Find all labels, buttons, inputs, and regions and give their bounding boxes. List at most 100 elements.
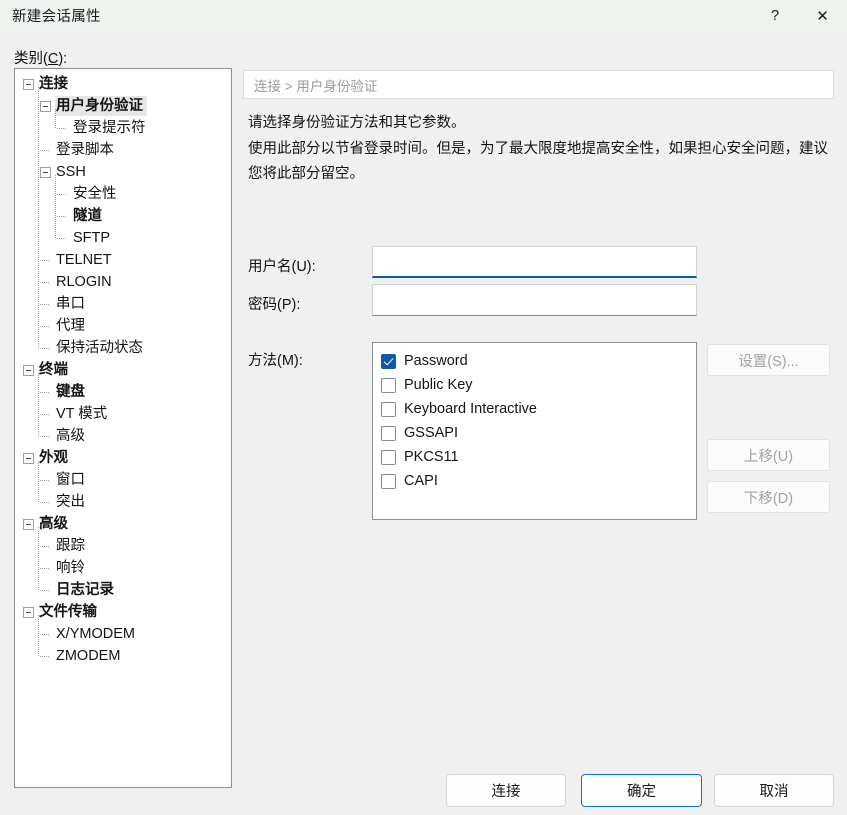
tree-item[interactable]: RLOGIN	[15, 271, 231, 293]
cancel-button[interactable]: 取消	[714, 774, 834, 807]
checkbox-checked-icon[interactable]	[381, 354, 396, 369]
tree-item-label: 高级	[38, 514, 72, 534]
tree-item[interactable]: 突出	[15, 491, 231, 513]
tree-collapse-icon[interactable]	[23, 607, 34, 618]
tree-guide-line	[40, 348, 49, 349]
tree-item-label: RLOGIN	[55, 272, 116, 292]
tree-guide-line	[55, 175, 56, 238]
tree-item[interactable]: SFTP	[15, 227, 231, 249]
tree-item[interactable]: 登录脚本	[15, 139, 231, 161]
checkbox-icon[interactable]	[381, 426, 396, 441]
tree-collapse-icon[interactable]	[23, 365, 34, 376]
method-option[interactable]: Keyboard Interactive	[381, 397, 696, 421]
category-tree-panel[interactable]: 连接用户身份验证登录提示符登录脚本SSH安全性隧道SFTPTELNETRLOGI…	[14, 68, 232, 788]
method-option[interactable]: Public Key	[381, 373, 696, 397]
tree-item[interactable]: 高级	[15, 425, 231, 447]
method-option[interactable]: GSSAPI	[381, 421, 696, 445]
checkbox-icon[interactable]	[381, 378, 396, 393]
tree-guide-line	[40, 260, 49, 261]
tree-guide-line	[40, 480, 49, 481]
tree-item[interactable]: 代理	[15, 315, 231, 337]
tree-item-label: 代理	[55, 316, 89, 336]
tree-item-label: ZMODEM	[55, 646, 124, 666]
tree-item-label: 隧道	[72, 206, 106, 226]
tree-item[interactable]: 隧道	[15, 205, 231, 227]
tree-collapse-icon[interactable]	[40, 101, 51, 112]
password-input[interactable]	[372, 284, 697, 316]
tree-item[interactable]: 串口	[15, 293, 231, 315]
tree-guide-line	[38, 615, 39, 656]
tree-item[interactable]: 终端	[15, 359, 231, 381]
move-down-button[interactable]: 下移(D)	[707, 481, 830, 513]
tree-guide-line	[38, 87, 39, 348]
tree-item-label: X/YMODEM	[55, 624, 139, 644]
tree-item-label: 日志记录	[55, 580, 118, 600]
checkbox-icon[interactable]	[381, 402, 396, 417]
checkbox-icon[interactable]	[381, 450, 396, 465]
settings-button[interactable]: 设置(S)...	[707, 344, 830, 376]
move-up-button[interactable]: 上移(U)	[707, 439, 830, 471]
tree-item[interactable]: VT 模式	[15, 403, 231, 425]
tree-collapse-icon[interactable]	[23, 79, 34, 90]
category-tree: 连接用户身份验证登录提示符登录脚本SSH安全性隧道SFTPTELNETRLOGI…	[15, 69, 231, 667]
tree-item-label: TELNET	[55, 250, 116, 270]
help-icon[interactable]: ?	[752, 0, 798, 31]
category-label-key: C	[48, 51, 58, 67]
tree-guide-line	[40, 436, 49, 437]
username-label: 用户名(U):	[248, 255, 316, 276]
tree-guide-line	[40, 150, 49, 151]
tree-item[interactable]: 外观	[15, 447, 231, 469]
tree-collapse-icon[interactable]	[40, 167, 51, 178]
method-option[interactable]: CAPI	[381, 469, 696, 493]
tree-item-label: 安全性	[72, 184, 121, 204]
tree-guide-line	[55, 109, 56, 128]
category-label: 类别(C):	[14, 47, 67, 68]
tree-guide-line	[57, 194, 66, 195]
category-label-suffix: ):	[58, 51, 67, 67]
username-input[interactable]	[372, 246, 697, 278]
tree-item-label: 登录提示符	[72, 118, 150, 138]
tree-item[interactable]: 键盘	[15, 381, 231, 403]
tree-item[interactable]: TELNET	[15, 249, 231, 271]
tree-item[interactable]: 窗口	[15, 469, 231, 491]
tree-item[interactable]: 用户身份验证	[15, 95, 231, 117]
password-label: 密码(P):	[248, 293, 300, 314]
tree-collapse-icon[interactable]	[23, 453, 34, 464]
ok-button[interactable]: 确定	[581, 774, 702, 807]
tree-guide-line	[40, 304, 49, 305]
tree-item[interactable]: 高级	[15, 513, 231, 535]
method-option-label: GSSAPI	[404, 425, 458, 441]
breadcrumb: 连接 > 用户身份验证	[243, 70, 834, 99]
tree-guide-line	[40, 282, 49, 283]
method-option-label: CAPI	[404, 473, 438, 489]
method-option[interactable]: Password	[381, 349, 696, 373]
tree-item[interactable]: 响铃	[15, 557, 231, 579]
tree-item[interactable]: 跟踪	[15, 535, 231, 557]
checkbox-icon[interactable]	[381, 474, 396, 489]
close-icon[interactable]: ✕	[798, 0, 847, 31]
tree-item[interactable]: 连接	[15, 73, 231, 95]
tree-guide-line	[38, 527, 39, 590]
tree-item-label: 登录脚本	[55, 140, 118, 160]
connect-button[interactable]: 连接	[446, 774, 566, 807]
tree-item[interactable]: 安全性	[15, 183, 231, 205]
tree-item[interactable]: SSH	[15, 161, 231, 183]
tree-item[interactable]: 登录提示符	[15, 117, 231, 139]
window-title: 新建会话属性	[12, 5, 101, 26]
tree-item[interactable]: 日志记录	[15, 579, 231, 601]
tree-item[interactable]: 文件传输	[15, 601, 231, 623]
tree-item[interactable]: ZMODEM	[15, 645, 231, 667]
tree-item-label: 外观	[38, 448, 72, 468]
category-label-prefix: 类别(	[14, 51, 48, 67]
tree-item-label: 突出	[55, 492, 89, 512]
tree-guide-line	[40, 590, 49, 591]
tree-collapse-icon[interactable]	[23, 519, 34, 530]
method-option[interactable]: PKCS11	[381, 445, 696, 469]
tree-item[interactable]: 保持活动状态	[15, 337, 231, 359]
tree-guide-line	[40, 568, 49, 569]
method-list[interactable]: PasswordPublic KeyKeyboard Interactive GS…	[372, 342, 697, 520]
tree-guide-line	[40, 656, 49, 657]
dialog-body: 类别(C): 连接用户身份验证登录提示符登录脚本SSH安全性隧道SFTPTELN…	[0, 31, 847, 815]
tree-item[interactable]: X/YMODEM	[15, 623, 231, 645]
tree-item-label: 高级	[55, 426, 89, 446]
